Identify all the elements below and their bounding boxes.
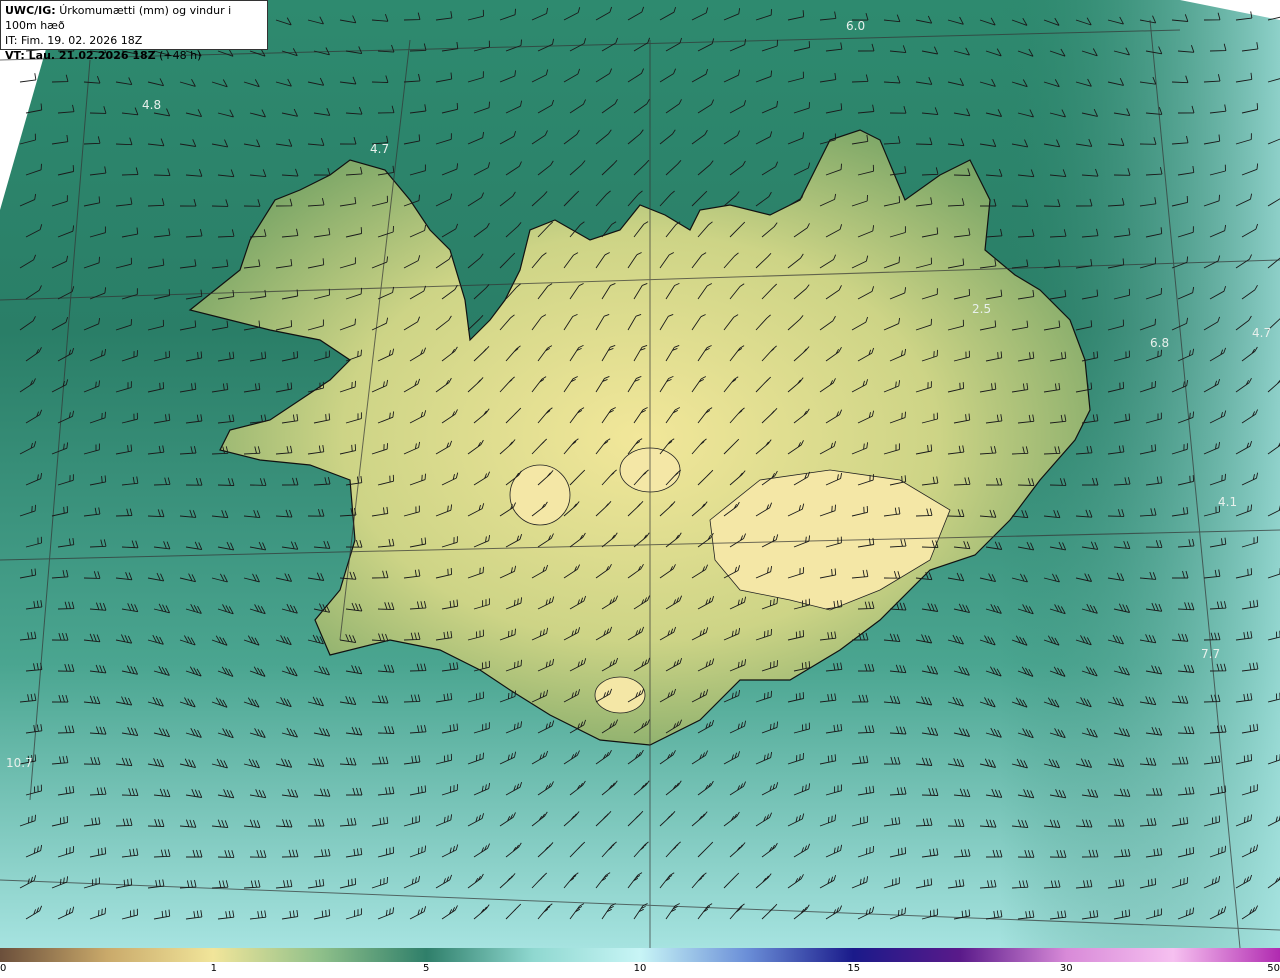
precipitation-map: 6.0 4.8 4.7 2.5 6.8 4.7 4.1 7.7 10.7 — [0, 0, 1280, 948]
map-value-label: 4.7 — [370, 142, 389, 156]
colorbar-tick: 1 — [210, 963, 217, 974]
title-line: UWC/IG: Úrkomumætti (mm) og vindur i 100… — [5, 3, 263, 33]
colorbar-tick: 30 — [1059, 963, 1073, 974]
colorbar-tick: 5 — [423, 963, 430, 974]
colorbar-tick: 15 — [847, 963, 861, 974]
glacier-myrdalsjokull — [594, 676, 646, 714]
colorbar-strip — [0, 948, 1280, 962]
valid-time-line: VT: Lau. 21.02.2026 18Z (+48 h) — [5, 48, 263, 63]
colorbar-tick: 10 — [633, 963, 647, 974]
product-code: UWC/IG: — [5, 4, 56, 17]
valid-time: VT: Lau. 21.02.2026 18Z — [5, 49, 156, 62]
colorbar-tick: 50 — [1267, 963, 1280, 974]
map-value-label: 4.8 — [142, 98, 161, 112]
map-value-label: 4.7 — [1252, 326, 1271, 340]
issue-time: IT: Fim. 19. 02. 2026 18Z — [5, 34, 143, 47]
colorbar-tick: 0 — [0, 963, 7, 974]
map-value-label: 10.7 — [6, 756, 33, 770]
map-value-label: 4.1 — [1218, 495, 1237, 509]
map-value-label: 6.0 — [846, 19, 865, 33]
map-value-label: 7.7 — [1201, 647, 1220, 661]
map-title-box: UWC/IG: Úrkomumætti (mm) og vindur i 100… — [0, 0, 268, 62]
forecast-lead: (+48 h) — [159, 49, 202, 62]
map-value-label: 2.5 — [972, 302, 991, 316]
colorbar: 0 1 5 10 15 30 50 — [0, 948, 1280, 978]
map-value-label: 6.8 — [1150, 336, 1169, 350]
map-view[interactable]: 6.0 4.8 4.7 2.5 6.8 4.7 4.1 7.7 10.7 UWC… — [0, 0, 1280, 948]
